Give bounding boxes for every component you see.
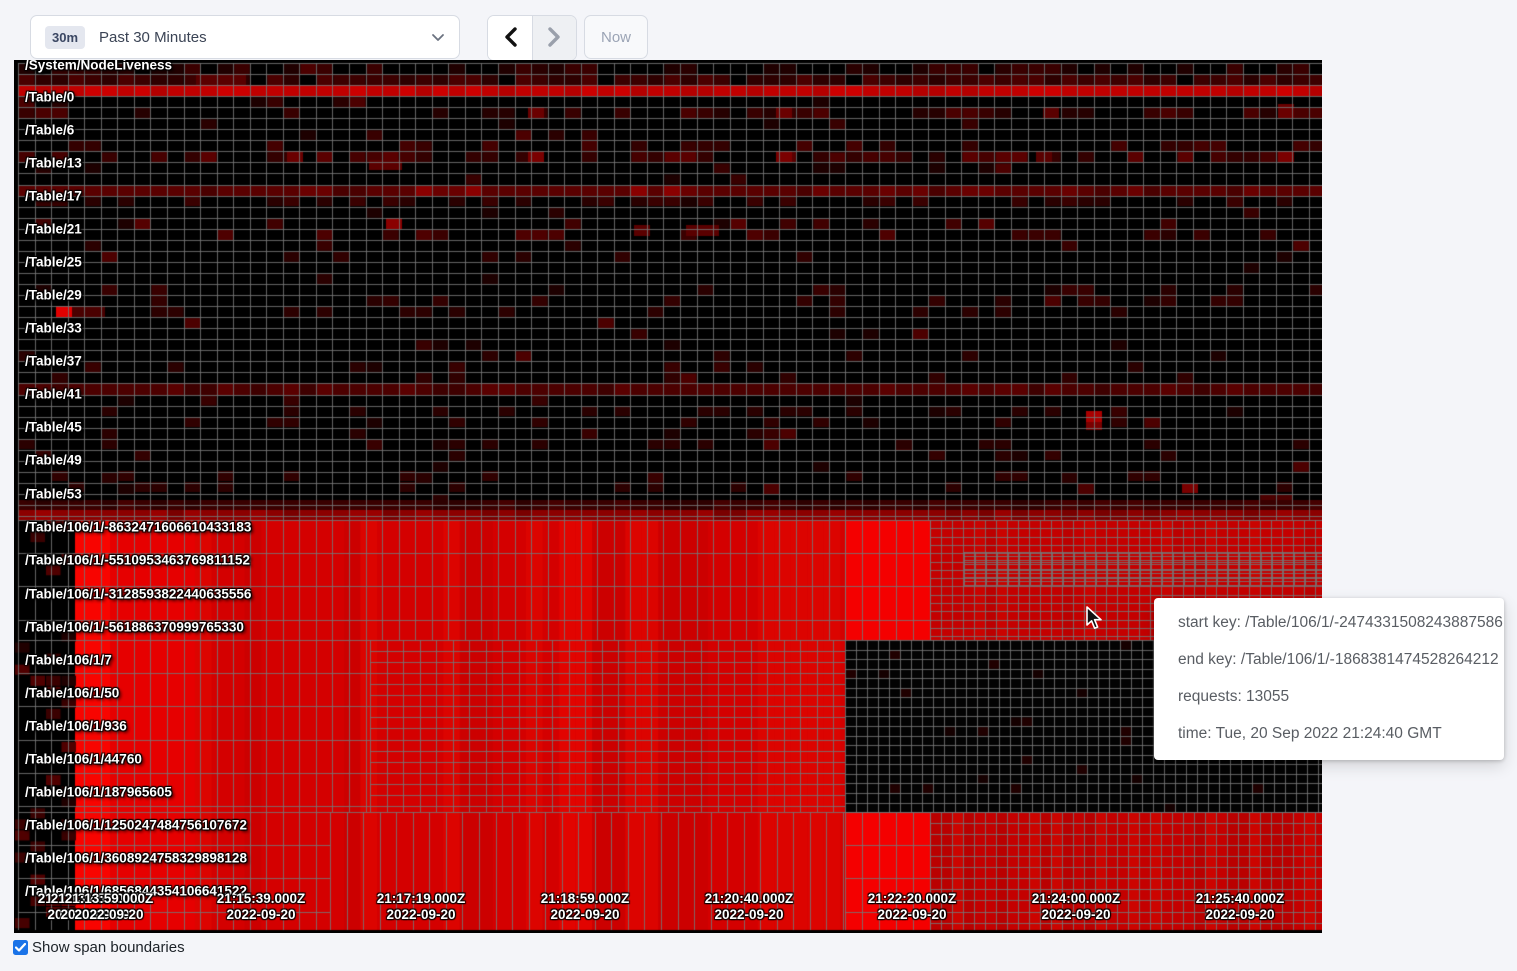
checkbox-checked-icon[interactable] (13, 940, 28, 955)
show-span-boundaries-label: Show span boundaries (32, 939, 185, 956)
timeframe-dropdown[interactable]: 30m Past 30 Minutes (30, 15, 460, 59)
keyvis-chart[interactable]: /System/NodeLiveness/Table/0/Table/6/Tab… (14, 60, 1322, 933)
timeframe-badge: 30m (45, 26, 85, 49)
now-button[interactable]: Now (584, 15, 648, 59)
chevron-down-icon (431, 33, 445, 42)
keyvis-heatmap-canvas[interactable] (14, 60, 1322, 933)
timeframe-label: Past 30 Minutes (99, 29, 431, 46)
chevron-right-icon (548, 27, 561, 50)
next-timeframe-button[interactable] (532, 16, 576, 60)
timeframe-nav-group (487, 15, 577, 61)
chevron-left-icon (504, 27, 517, 50)
show-span-boundaries-toggle[interactable]: Show span boundaries (13, 939, 185, 956)
keyvis-toolbar: 30m Past 30 Minutes Now (0, 0, 1517, 60)
prev-timeframe-button[interactable] (488, 16, 532, 60)
